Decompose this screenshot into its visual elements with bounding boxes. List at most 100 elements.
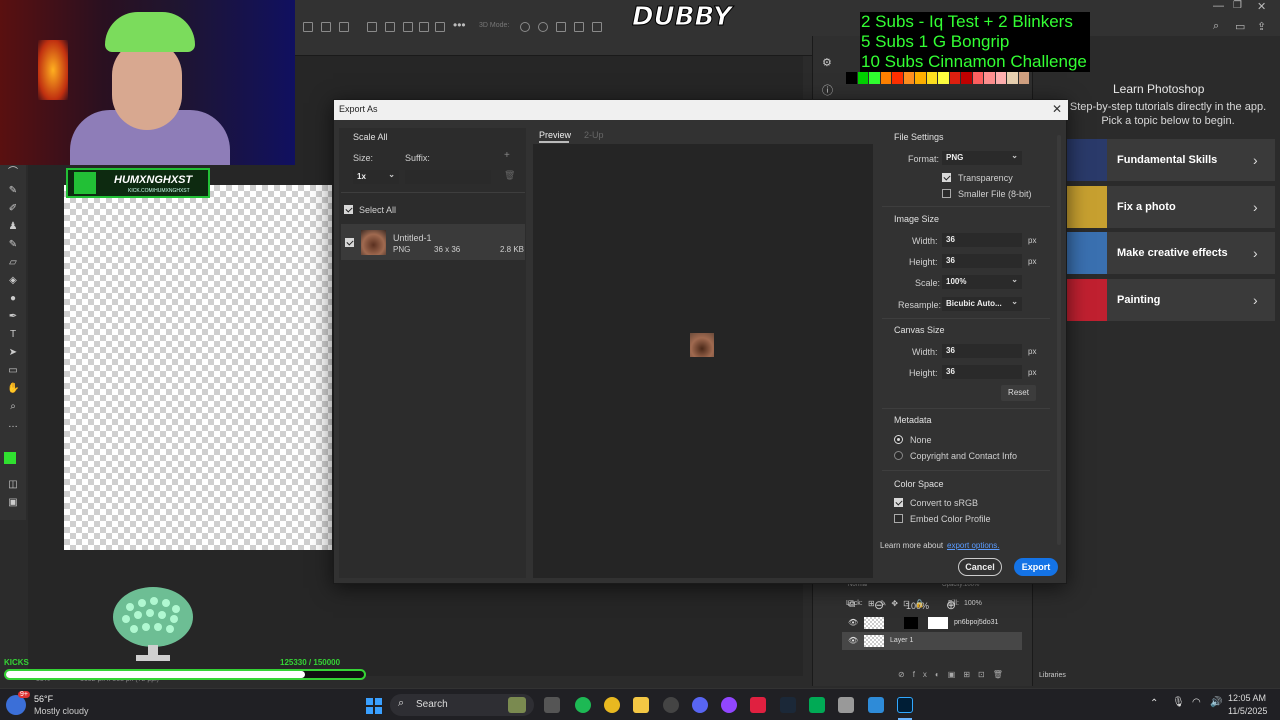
type-tool-icon[interactable]: T — [7, 330, 19, 340]
delete-scale-icon[interactable]: 🗑 — [504, 170, 515, 181]
3d-rotate-icon[interactable] — [520, 22, 530, 32]
eraser-tool-icon[interactable]: ▱ — [7, 258, 19, 268]
align-top-icon[interactable] — [367, 22, 377, 32]
share-icon[interactable]: ⇪ — [1257, 20, 1266, 33]
size-select[interactable]: 1x ⌄ — [353, 170, 399, 184]
wifi-icon[interactable]: ◠ — [1192, 697, 1201, 708]
volume-icon[interactable]: 🔊 — [1210, 697, 1222, 708]
bucket-tool-icon[interactable]: ◈ — [7, 276, 19, 286]
lasso-tool-icon[interactable]: ⌒ — [7, 168, 19, 178]
search-icon[interactable]: ⌕ — [1213, 20, 1219, 33]
file-explorer-icon[interactable] — [633, 697, 649, 713]
embed-profile-checkbox[interactable] — [894, 514, 903, 523]
windows-start-icon[interactable] — [366, 698, 382, 714]
spotify-icon[interactable] — [575, 697, 591, 713]
quick-mask-icon[interactable]: ◫ — [7, 480, 19, 490]
restore-icon[interactable]: ❐ — [1233, 0, 1242, 11]
discord-icon[interactable] — [692, 697, 708, 713]
canvas-height-input[interactable]: 36 — [942, 365, 1022, 379]
format-select[interactable]: PNG ⌄ — [942, 151, 1022, 165]
libraries-tab[interactable]: Libraries — [1039, 672, 1066, 679]
layer-row[interactable]: 👁 pn6bpoj5do31 — [842, 614, 1022, 632]
app-icon[interactable] — [809, 697, 825, 713]
stamp-tool-icon[interactable]: ♟ — [7, 222, 19, 232]
dodge-tool-icon[interactable]: ● — [7, 294, 19, 304]
image-width-input[interactable]: 36 — [942, 233, 1022, 247]
panel-icon[interactable]: ⚙ — [822, 56, 832, 69]
distribute-icon[interactable] — [419, 22, 429, 32]
align-left-icon[interactable] — [303, 22, 313, 32]
resample-select[interactable]: Bicubic Auto... ⌄ — [942, 297, 1022, 311]
chrome-icon[interactable] — [604, 697, 620, 713]
more-options-icon[interactable]: ••• — [453, 18, 466, 32]
scale-select[interactable]: 100% ⌄ — [942, 275, 1022, 289]
cancel-button[interactable]: Cancel — [958, 558, 1002, 576]
smaller-file-checkbox[interactable] — [942, 189, 951, 198]
path-select-icon[interactable]: ➤ — [7, 348, 19, 358]
screen-mode-icon[interactable]: ▣ — [7, 498, 19, 508]
align-bottom-icon[interactable] — [403, 22, 413, 32]
clock-date[interactable]: 11/5/2025 — [1228, 706, 1267, 716]
add-scale-icon[interactable]: + — [504, 150, 510, 161]
eye-icon[interactable]: 👁 — [848, 636, 858, 645]
learn-card-make-creative-effects[interactable]: Make creative effects › — [1067, 232, 1275, 274]
info-icon[interactable]: ⓘ — [822, 82, 833, 98]
metadata-none-radio[interactable] — [894, 435, 903, 444]
layer-row[interactable]: 👁 Layer 1 — [842, 632, 1022, 650]
learn-card-fundamental-skills[interactable]: Fundamental Skills › — [1067, 139, 1275, 181]
3d-roll-icon[interactable] — [538, 22, 548, 32]
window-close-icon[interactable]: ✕ — [1257, 0, 1266, 13]
clock-time[interactable]: 12:05 AM — [1228, 693, 1266, 703]
fill-value[interactable]: 100% — [964, 600, 982, 607]
eye-icon[interactable]: 👁 — [848, 618, 858, 627]
align-right-icon[interactable] — [339, 22, 349, 32]
select-all-checkbox[interactable] — [344, 205, 353, 214]
zoom-out-icon[interactable]: ⊖ — [874, 598, 884, 612]
tab-2-up[interactable]: 2-Up — [584, 130, 604, 140]
align-center-icon[interactable] — [321, 22, 331, 32]
reset-button[interactable]: Reset — [1001, 385, 1036, 401]
metadata-copyright-radio[interactable] — [894, 451, 903, 460]
more-tools-icon[interactable]: … — [7, 420, 19, 430]
minimize-icon[interactable]: — — [1213, 0, 1224, 12]
microphone-icon[interactable]: 🎙 — [1172, 697, 1185, 708]
image-height-input[interactable]: 36 — [942, 254, 1022, 268]
align-middle-icon[interactable] — [385, 22, 395, 32]
weather-icon[interactable] — [6, 695, 26, 715]
obs-icon[interactable] — [663, 697, 679, 713]
workspace-icon[interactable]: ▭ — [1235, 20, 1245, 33]
itunes-icon[interactable] — [838, 697, 854, 713]
tab-preview[interactable]: Preview — [539, 130, 571, 140]
convert-srgb-checkbox[interactable] — [894, 498, 903, 507]
pen-tool-icon[interactable]: ✒ — [7, 312, 19, 322]
3d-slide-icon[interactable] — [574, 22, 584, 32]
fit-icon[interactable]: ⧉ — [848, 599, 855, 610]
document-canvas[interactable] — [64, 185, 332, 550]
settings-scrollbar[interactable] — [1057, 135, 1061, 545]
history-brush-icon[interactable]: ✎ — [7, 240, 19, 250]
canvas-width-input[interactable]: 36 — [942, 344, 1022, 358]
app-icon[interactable] — [721, 697, 737, 713]
3d-scale-icon[interactable] — [592, 22, 602, 32]
3d-pan-icon[interactable] — [556, 22, 566, 32]
foreground-color-swatch[interactable] — [4, 452, 16, 464]
zoom-tool-icon[interactable]: ⌕ — [7, 402, 19, 412]
shape-tool-icon[interactable]: ▭ — [7, 366, 19, 376]
suffix-input[interactable] — [405, 170, 491, 184]
export-button[interactable]: Export — [1014, 558, 1058, 576]
close-icon[interactable]: ✕ — [1052, 102, 1062, 116]
taskbar-search[interactable]: ⌕ Search — [390, 694, 534, 716]
asset-row[interactable]: Untitled-1 PNG 36 x 36 2.8 KB — [341, 224, 525, 260]
learn-card-fix-a-photo[interactable]: Fix a photo › — [1067, 186, 1275, 228]
app-icon[interactable] — [750, 697, 766, 713]
hand-tool-icon[interactable]: ✋ — [7, 384, 19, 394]
export-options-link[interactable]: export options. — [947, 541, 999, 550]
brush-tool-icon[interactable]: ✐ — [7, 204, 19, 214]
layer-actions[interactable]: ⊘fx◐▣⊞⊡🗑 — [898, 670, 1011, 679]
transparency-checkbox[interactable] — [942, 173, 951, 182]
paint-icon[interactable] — [868, 697, 884, 713]
task-view-icon[interactable] — [544, 697, 560, 713]
chevron-up-icon[interactable]: ⌃ — [1150, 698, 1158, 709]
learn-card-painting[interactable]: Painting › — [1067, 279, 1275, 321]
distribute-2-icon[interactable] — [435, 22, 445, 32]
